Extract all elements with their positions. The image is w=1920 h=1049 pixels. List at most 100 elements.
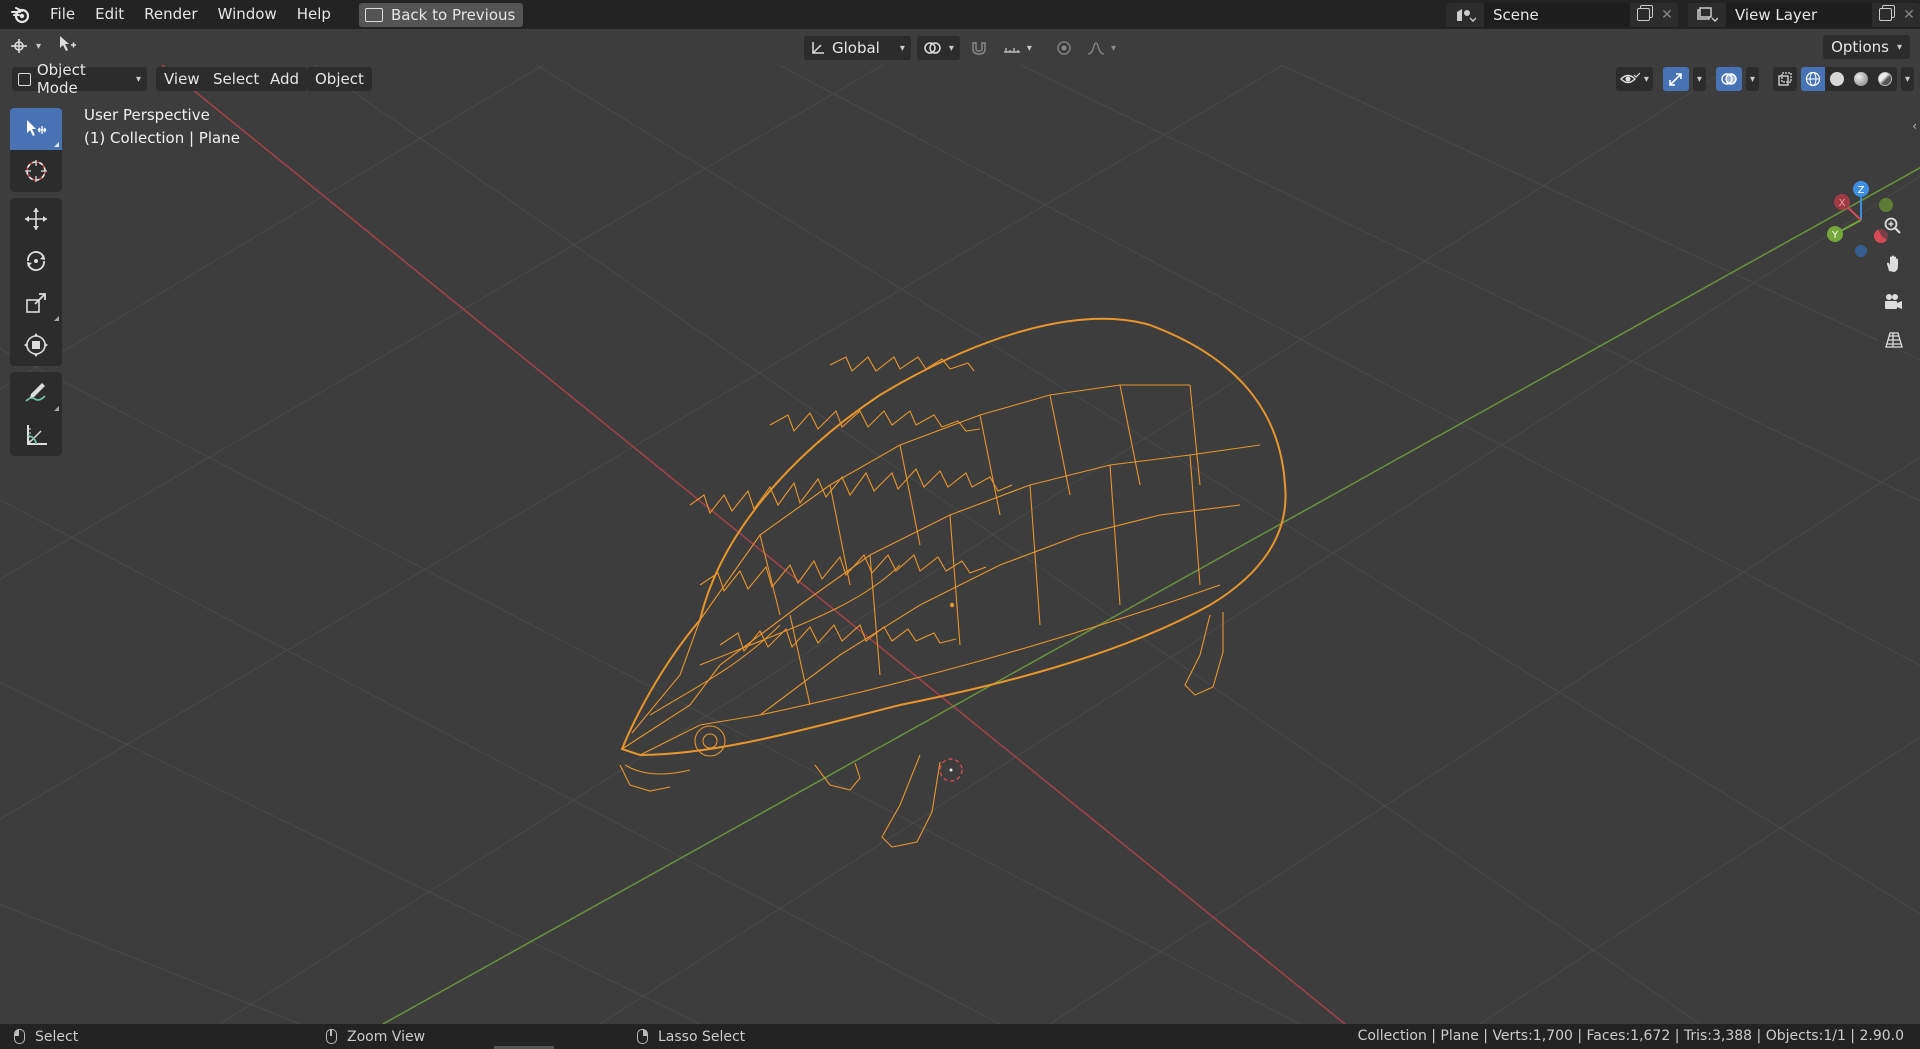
camera-view-button[interactable] [1878, 287, 1908, 317]
overlays-dropdown[interactable]: ▾ [1745, 67, 1759, 91]
rendered-shading-button[interactable] [1873, 67, 1897, 91]
view-layer-name-field[interactable]: View Layer [1726, 2, 1872, 27]
back-to-previous-label: Back to Previous [390, 5, 516, 24]
scale-icon [26, 293, 46, 313]
options-dropdown[interactable]: Options ▾ [1823, 35, 1910, 59]
pan-view-button[interactable] [1878, 249, 1908, 279]
measure-tool[interactable] [10, 414, 62, 456]
xray-icon [1778, 72, 1792, 86]
left-toolbar [10, 108, 62, 456]
gizmo-icon [1669, 73, 1682, 86]
overlays-icon [1721, 73, 1737, 85]
status-bar: Select Zoom View Lasso Select Collection… [0, 1024, 1920, 1049]
mouse-middle-icon [326, 1029, 337, 1044]
active-tool-button[interactable] [57, 34, 81, 58]
gizmo-x-label: X [1839, 198, 1846, 209]
proportional-edit-toggle[interactable] [1052, 36, 1076, 60]
new-view-layer-button[interactable] [1872, 2, 1898, 27]
viewport-menu-object[interactable]: Object [307, 67, 372, 91]
zoom-view-button[interactable] [1878, 211, 1908, 241]
menu-window[interactable]: Window [208, 0, 287, 29]
y-axis-line [382, 166, 1920, 1024]
shading-dropdown[interactable]: ▾ [1900, 67, 1914, 91]
blender-logo-icon[interactable] [10, 4, 32, 26]
eye-icon [1619, 72, 1640, 84]
scene-controls: Scene ✕ View Layer ✕ [1446, 0, 1920, 29]
transform-icon [24, 333, 48, 357]
viewport-menu-add[interactable]: Add [262, 67, 308, 91]
transform-settings: Global ▾ ▾ ▾ ▾ [804, 36, 1120, 60]
gizmo-y-label: Y [1831, 230, 1839, 241]
viewport-menu-select[interactable]: Select [205, 67, 268, 91]
zoom-icon [1884, 217, 1901, 234]
snap-increment-icon [1003, 48, 1020, 53]
select-box-icon [27, 120, 47, 136]
cursor-tool[interactable] [10, 150, 62, 192]
gizmo-toggle[interactable] [1662, 67, 1689, 91]
transform-tool[interactable] [10, 324, 62, 366]
camera-icon [1885, 294, 1902, 309]
shading-mode-group [1800, 67, 1897, 91]
top-menu-bar: File Edit Render Window Help Back to Pre… [0, 0, 1920, 29]
viewport-menu-view[interactable]: View [156, 67, 208, 91]
selectability-visibility-dropdown[interactable]: ▾ [1615, 67, 1653, 91]
scene-browse-button[interactable] [1446, 2, 1484, 27]
viewport-scene [0, 65, 1920, 1024]
gizmo-z-label: Z [1858, 185, 1865, 196]
view-layer-browse-button[interactable] [1688, 2, 1726, 27]
annotate-icon [25, 383, 46, 402]
sidebar-toggle-icon[interactable]: ‹ [1912, 119, 1917, 133]
delete-view-layer-button[interactable]: ✕ [1898, 2, 1920, 27]
status-right-click-hint: Lasso Select [637, 1024, 745, 1049]
pivot-point-dropdown[interactable]: ▾ [916, 36, 960, 60]
scene-name-field[interactable]: Scene [1484, 2, 1630, 27]
toggle-ortho-button[interactable] [1878, 325, 1908, 355]
cursor-icon [25, 160, 47, 182]
proportional-falloff-dropdown[interactable]: ▾ [1082, 36, 1120, 60]
object-origin-dot [949, 602, 955, 608]
view-perspective-label: User Perspective [84, 106, 210, 124]
proportional-edit-icon [1057, 41, 1071, 55]
viewport-header: Object Mode ▾ View Select Add Object ▾ ▾… [0, 61, 1920, 97]
snap-toggle[interactable] [966, 36, 992, 60]
select-box-tool[interactable] [10, 108, 62, 150]
menu-render[interactable]: Render [134, 0, 207, 29]
snap-target-dropdown[interactable]: ▾ [998, 36, 1036, 60]
menu-help[interactable]: Help [287, 0, 341, 29]
status-left-click-hint: Select [14, 1024, 78, 1049]
3d-viewport[interactable]: User Perspective (1) Collection | Plane … [0, 65, 1920, 1024]
rotate-icon [27, 251, 45, 271]
menu-edit[interactable]: Edit [85, 0, 134, 29]
delete-scene-button[interactable]: ✕ [1656, 2, 1678, 27]
gizmo-dropdown[interactable]: ▾ [1692, 67, 1706, 91]
back-to-previous-button[interactable]: Back to Previous [358, 2, 524, 27]
scene-icon [1457, 8, 1476, 22]
xray-toggle[interactable] [1772, 67, 1797, 91]
floor-grid [0, 65, 1920, 1024]
rendered-sphere-icon [1877, 72, 1892, 86]
options-label: Options [1831, 38, 1889, 56]
tool-header: ▾ Global ▾ ▾ ▾ ▾ Options ▾ [0, 29, 1920, 65]
wireframe-shading-button[interactable] [1800, 67, 1825, 91]
scene-statistics: Collection | Plane | Verts:1,700 | Faces… [1357, 1028, 1904, 1044]
object-mode-value: Object Mode [36, 61, 86, 97]
duplicate-icon [1878, 8, 1892, 21]
transform-orientation-dropdown[interactable]: Global ▾ [804, 36, 911, 60]
material-preview-button[interactable] [1849, 67, 1873, 91]
new-scene-button[interactable] [1630, 2, 1656, 27]
object-mode-dropdown[interactable]: Object Mode ▾ [12, 61, 147, 97]
duplicate-icon [1636, 8, 1650, 21]
menu-file[interactable]: File [40, 0, 85, 29]
mouse-left-icon [14, 1029, 25, 1044]
overlays-toggle[interactable] [1715, 67, 1742, 91]
scale-tool[interactable] [10, 282, 62, 324]
solid-sphere-icon [1829, 72, 1844, 86]
orientation-icon [812, 42, 824, 54]
move-tool[interactable] [10, 198, 62, 240]
x-axis-line [161, 65, 1346, 1024]
material-sphere-icon [1853, 72, 1868, 86]
annotate-tool[interactable] [10, 372, 62, 414]
solid-shading-button[interactable] [1825, 67, 1849, 91]
editor-type-button[interactable]: ▾ [10, 38, 41, 54]
rotate-tool[interactable] [10, 240, 62, 282]
